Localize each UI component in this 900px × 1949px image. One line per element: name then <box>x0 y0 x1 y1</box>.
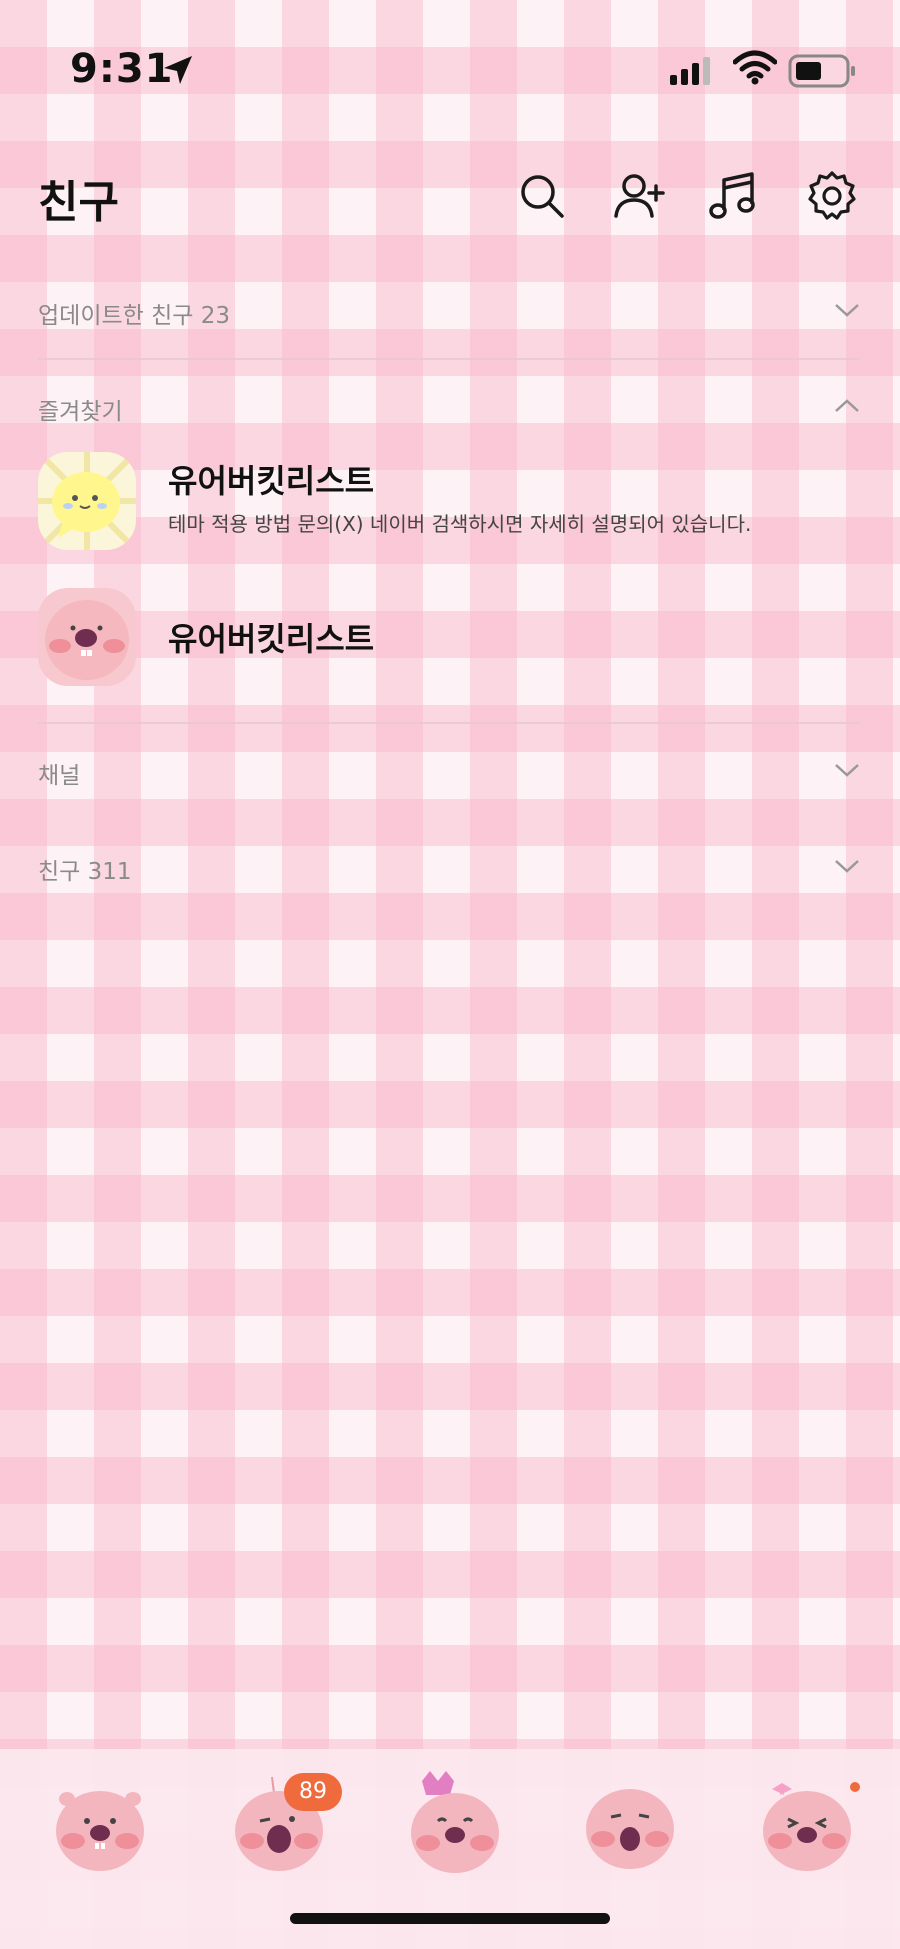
avatar <box>38 588 136 686</box>
chevron-down-icon <box>835 304 859 317</box>
cellular-signal-icon <box>670 57 710 85</box>
friend-status-message: 테마 적용 방법 문의(X) 네이버 검색하시면 자세히 설명되어 있습니다. <box>168 512 752 536</box>
chevron-down-icon <box>835 764 859 777</box>
section-label: 친구 311 <box>38 859 132 885</box>
header: 친구 <box>0 160 900 260</box>
divider <box>38 358 860 360</box>
favorite-friend-item[interactable]: 유어버킷리스트 테마 적용 방법 문의(X) 네이버 검색하시면 자세히 설명되… <box>38 452 868 557</box>
settings-icon[interactable] <box>804 168 860 224</box>
favorite-friend-item[interactable]: 유어버킷리스트 <box>38 588 868 693</box>
battery-icon <box>788 54 855 88</box>
friends-tab-icon[interactable] <box>45 1769 155 1879</box>
page-title: 친구 <box>38 177 119 228</box>
section-label: 즐겨찾기 <box>38 399 123 425</box>
section-updated-friends[interactable]: 업데이트한 친구 23 <box>0 282 900 342</box>
section-favorites[interactable]: 즐겨찾기 <box>0 378 900 438</box>
avatar <box>38 452 136 550</box>
location-arrow-icon <box>164 56 192 84</box>
home-indicator[interactable] <box>290 1913 610 1924</box>
section-friends[interactable]: 친구 311 <box>0 838 900 898</box>
shopping-tab-icon[interactable] <box>575 1769 685 1879</box>
wifi-icon <box>733 50 777 85</box>
section-channel[interactable]: 채널 <box>0 742 900 802</box>
friend-name: 유어버킷리스트 <box>168 462 375 500</box>
add-friend-icon[interactable] <box>612 168 668 224</box>
chat-unread-badge: 89 <box>284 1773 342 1811</box>
status-bar: 9:31 <box>0 0 900 140</box>
friend-name: 유어버킷리스트 <box>168 620 375 658</box>
divider <box>38 722 860 724</box>
pink-beaver-avatar-icon <box>38 588 136 686</box>
status-time: 9:31 <box>70 46 174 92</box>
chevron-down-icon <box>835 860 859 873</box>
music-icon[interactable] <box>706 168 762 224</box>
section-label: 채널 <box>38 763 81 789</box>
more-notification-dot <box>850 1782 860 1792</box>
search-icon[interactable] <box>514 168 570 224</box>
more-tab-icon[interactable] <box>752 1769 862 1879</box>
view-tab-icon[interactable] <box>400 1769 510 1879</box>
chevron-up-icon <box>835 399 859 412</box>
section-label: 업데이트한 친구 23 <box>38 303 231 329</box>
yellow-character-avatar-icon <box>38 452 136 550</box>
